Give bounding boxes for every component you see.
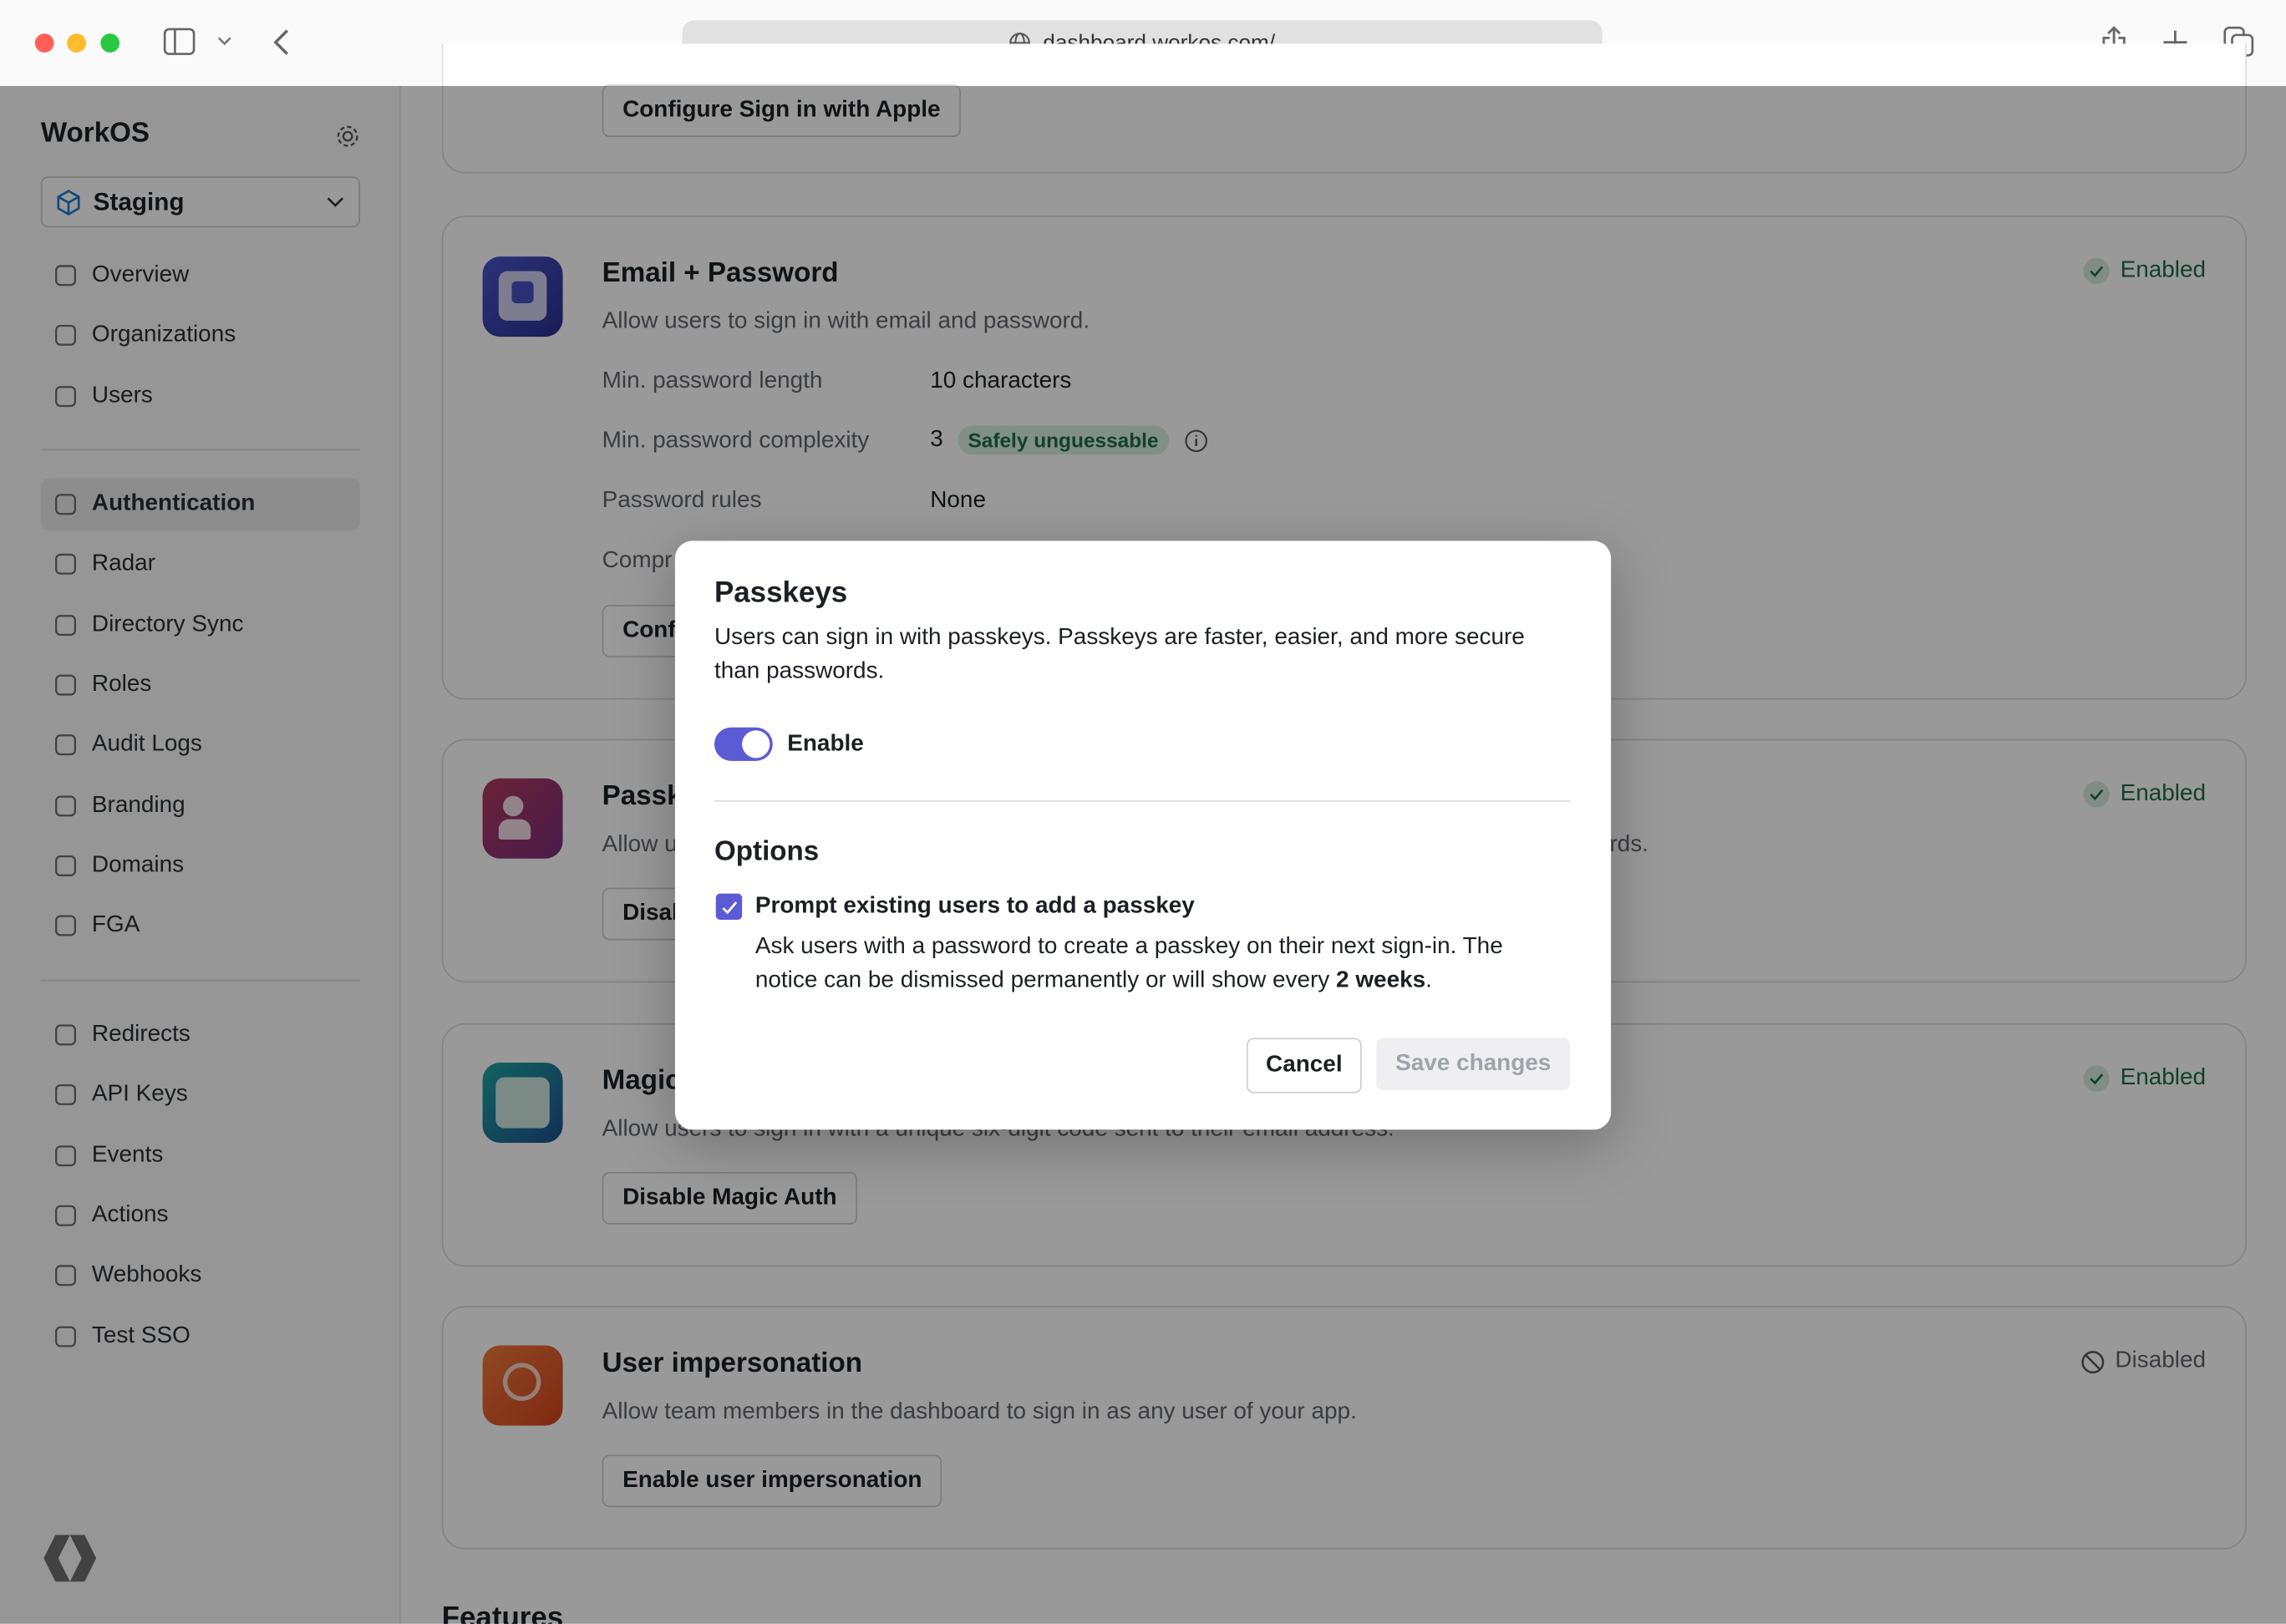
cancel-button[interactable]: Cancel <box>1246 1038 1362 1094</box>
modal-title: Passkeys <box>714 576 848 610</box>
prompt-checkbox[interactable] <box>715 893 743 921</box>
chevron-down-icon[interactable] <box>217 37 231 47</box>
minimize-window-button[interactable] <box>67 33 86 53</box>
sidebar-toggle-icon[interactable] <box>163 28 196 55</box>
modal-divider <box>714 799 1571 802</box>
zoom-window-button[interactable] <box>100 33 120 53</box>
toggle-label: Enable <box>787 731 864 757</box>
passkeys-modal: Passkeys Users can sign in with passkeys… <box>674 540 1612 1130</box>
options-heading: Options <box>714 836 820 868</box>
checkbox-description: Ask users with a password to create a pa… <box>754 934 1503 993</box>
checkbox-label[interactable]: Prompt existing users to add a passkey <box>755 894 1195 920</box>
back-icon[interactable] <box>272 28 290 57</box>
enable-toggle[interactable] <box>714 727 773 761</box>
modal-description: Users can sign in with passkeys. Passkey… <box>714 625 1525 684</box>
check-icon <box>721 901 737 914</box>
browser-window: dashboard.workos.com/ WorkOS Staging Ove… <box>0 0 2286 1624</box>
save-changes-button[interactable]: Save changes <box>1376 1038 1571 1091</box>
close-window-button[interactable] <box>34 33 54 53</box>
